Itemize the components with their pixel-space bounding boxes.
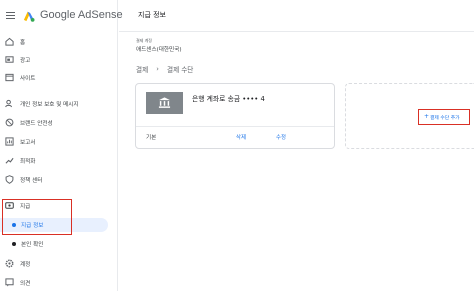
breadcrumb: 결제 › 결제 수단 bbox=[136, 64, 193, 74]
gear-icon bbox=[5, 259, 14, 268]
sidebar: Google AdSense 홈 광고 사이트 개인 정보 보호 및 메시지 브… bbox=[0, 0, 123, 291]
add-payment-method-button[interactable]: + 결제 수단 추가 bbox=[418, 109, 470, 125]
sidebar-subitem-verification[interactable]: 본인 확인 bbox=[0, 237, 108, 251]
chevron-right-icon: › bbox=[156, 65, 159, 73]
add-payment-method-label: 결제 수단 추가 bbox=[430, 116, 460, 121]
payment-method-name: 은행 계좌로 송금 •••• 4 bbox=[192, 95, 265, 103]
highlight-box bbox=[2, 199, 72, 235]
sidebar-item-label: 브랜드 안전성 bbox=[20, 121, 53, 127]
sidebar-item-account[interactable]: 계정 bbox=[0, 257, 118, 271]
top-bar: 지급 정보 bbox=[119, 0, 474, 32]
sidebar-item-label: 홈 bbox=[20, 40, 26, 46]
brand-safety-icon bbox=[5, 118, 14, 127]
sidebar-item-label: 정책 센터 bbox=[20, 178, 43, 184]
sidebar-item-label: 보고서 bbox=[20, 140, 36, 146]
remove-link[interactable]: 삭제 bbox=[236, 133, 246, 141]
edit-link[interactable]: 수정 bbox=[276, 133, 286, 141]
page-title: 지급 정보 bbox=[138, 11, 166, 19]
sidebar-item-home[interactable]: 홈 bbox=[0, 35, 118, 49]
breadcrumb-current: 결제 수단 bbox=[167, 66, 194, 74]
sidebar-item-sites[interactable]: 사이트 bbox=[0, 71, 118, 85]
bank-icon bbox=[158, 97, 171, 108]
sites-icon bbox=[5, 73, 14, 82]
reports-icon bbox=[5, 137, 14, 146]
sidebar-item-brand-safety[interactable]: 브랜드 안전성 bbox=[0, 116, 118, 130]
sidebar-item-optimization[interactable]: 최적화 bbox=[0, 154, 118, 168]
sidebar-item-label: 의견 bbox=[20, 281, 31, 287]
home-icon bbox=[5, 37, 14, 46]
bank-tile bbox=[146, 92, 183, 114]
sidebar-item-privacy[interactable]: 개인 정보 보호 및 메시지 bbox=[0, 97, 118, 111]
plus-icon: + bbox=[424, 113, 430, 120]
sidebar-item-label: 광고 bbox=[20, 58, 31, 64]
brand-bar: Google AdSense bbox=[0, 0, 123, 32]
sidebar-item-reports[interactable]: 보고서 bbox=[0, 135, 118, 149]
ads-icon bbox=[5, 56, 14, 63]
payment-method-card: 은행 계좌로 송금 •••• 4 기본 삭제 수정 bbox=[135, 83, 335, 149]
default-label: 기본 bbox=[146, 135, 157, 141]
brand-name: Google AdSense bbox=[40, 9, 123, 21]
sidebar-item-label: 사이트 bbox=[20, 76, 36, 82]
sidebar-item-label: 최적화 bbox=[20, 159, 36, 165]
account-name: 애드센스(대한민국) bbox=[136, 47, 182, 53]
sidebar-item-label: 계정 bbox=[20, 262, 31, 268]
policy-icon bbox=[5, 175, 14, 184]
sidebar-item-policy[interactable]: 정책 센터 bbox=[0, 173, 118, 187]
divider bbox=[136, 126, 334, 127]
menu-icon[interactable] bbox=[6, 12, 15, 20]
sidebar-item-feedback[interactable]: 의견 bbox=[0, 276, 118, 290]
breadcrumb-parent[interactable]: 결제 bbox=[136, 64, 148, 74]
adsense-logo bbox=[23, 11, 35, 22]
sidebar-item-ads[interactable]: 광고 bbox=[0, 53, 118, 67]
optimization-icon bbox=[5, 157, 14, 164]
feedback-icon bbox=[5, 278, 14, 287]
privacy-icon bbox=[5, 99, 12, 108]
sidebar-subitem-label: 본인 확인 bbox=[21, 242, 44, 248]
account-caption: 결제 계정 bbox=[136, 38, 152, 43]
sidebar-item-label: 개인 정보 보호 및 메시지 bbox=[20, 102, 79, 108]
dot-icon bbox=[12, 242, 16, 246]
